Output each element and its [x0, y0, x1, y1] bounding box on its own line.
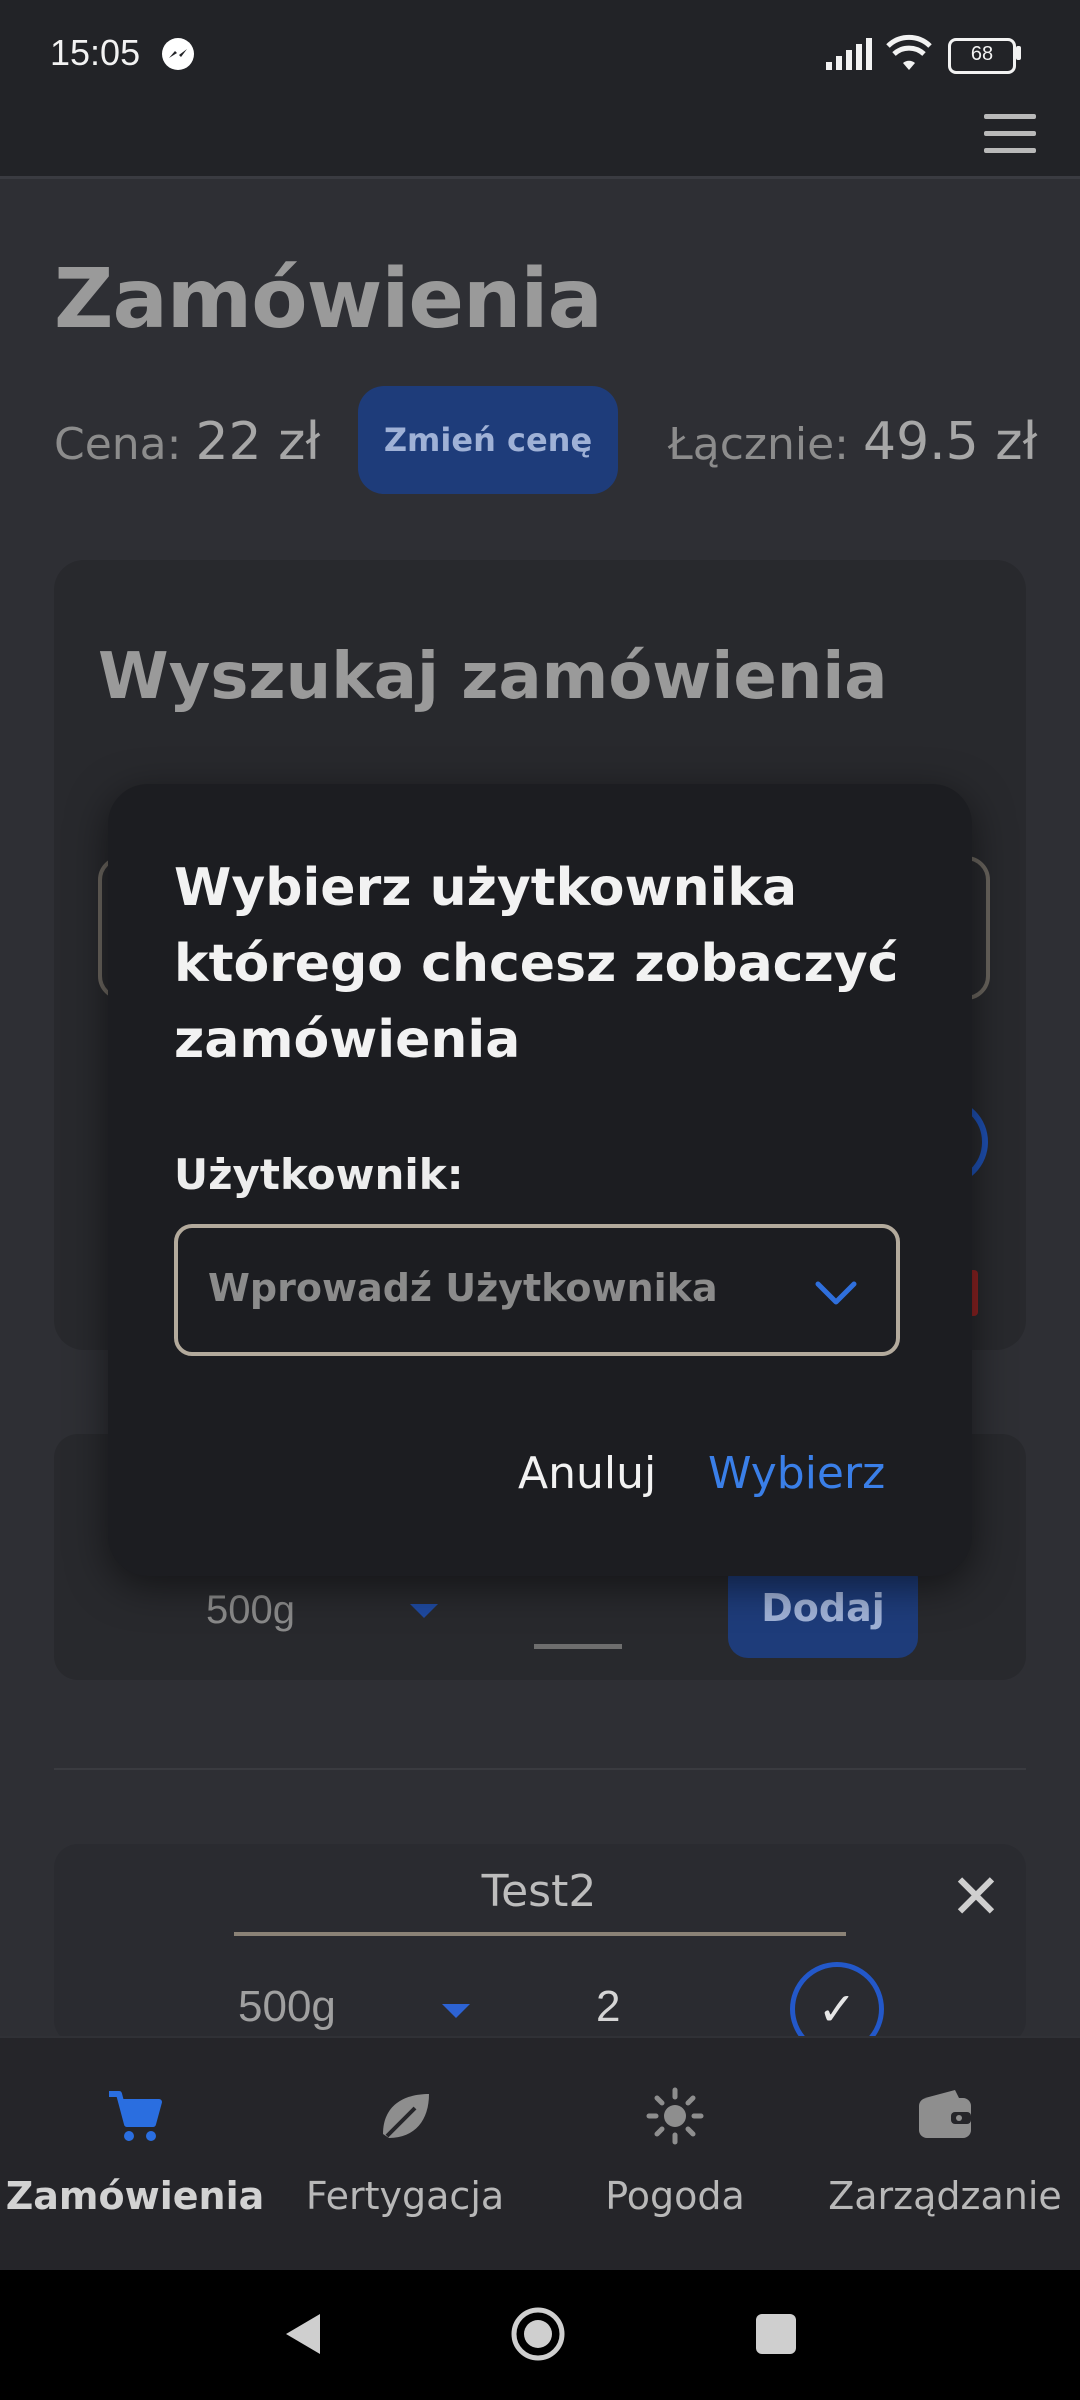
nav-item-zarzadzanie[interactable]: Zarządzanie — [810, 2036, 1080, 2270]
nav-item-pogoda[interactable]: Pogoda — [540, 2036, 810, 2270]
price-label: Cena: 22 zł — [54, 412, 320, 472]
nav-label: Pogoda — [605, 2174, 745, 2218]
confirm-button[interactable]: Wybierz — [708, 1448, 885, 1499]
nav-label: Fertygacja — [305, 2174, 505, 2218]
nav-item-zamowienia[interactable]: Zamówienia — [0, 2036, 270, 2270]
order-name-underline — [234, 1932, 846, 1936]
total-value: 49.5 zł — [862, 412, 1038, 472]
dropdown-caret-icon[interactable] — [442, 2004, 470, 2018]
total-label: Łącznie: 49.5 zł — [668, 412, 1037, 472]
dropdown-caret-icon[interactable] — [410, 1604, 438, 1618]
page-title: Zamówienia — [54, 252, 603, 347]
user-select-placeholder: Wprowadź Użytkownika — [208, 1266, 718, 1310]
back-icon[interactable] — [282, 2310, 324, 2358]
cancel-button[interactable]: Anuluj — [518, 1448, 656, 1499]
chevron-down-icon[interactable] — [812, 1268, 860, 1316]
nav-item-fertygacja[interactable]: Fertygacja — [270, 2036, 540, 2270]
signal-icon — [826, 38, 872, 70]
section-divider — [54, 1768, 1026, 1770]
app-bar — [0, 110, 1080, 179]
battery-tip — [1016, 46, 1021, 60]
order-name-input[interactable]: Test2 — [234, 1866, 844, 1917]
close-icon[interactable]: ✕ — [950, 1866, 1002, 1928]
battery-icon: 68 — [948, 38, 1016, 74]
user-field-label: Użytkownik: — [174, 1150, 464, 1199]
change-price-button[interactable]: Zmień cenę — [358, 386, 618, 494]
order-quantity[interactable]: 2 — [596, 1982, 620, 2032]
nav-label: Zarządzanie — [828, 2174, 1062, 2218]
price-caption: Cena: — [54, 419, 182, 470]
new-order-quantity-input[interactable] — [534, 1644, 622, 1649]
price-value: 22 zł — [195, 412, 321, 472]
user-select[interactable]: Wprowadź Użytkownika — [174, 1224, 900, 1356]
nav-label: Zamówienia — [5, 2174, 265, 2218]
recents-icon[interactable] — [756, 2314, 796, 2354]
home-icon[interactable] — [510, 2306, 566, 2362]
wallet-icon — [919, 2090, 971, 2138]
leaf-icon — [383, 2094, 429, 2138]
messenger-icon — [162, 38, 194, 70]
wifi-icon — [886, 34, 932, 70]
menu-icon[interactable] — [984, 114, 1036, 154]
dialog-title: Wybierz użytkownika którego chcesz zobac… — [174, 858, 899, 1070]
search-card-title: Wyszukaj zamówienia — [98, 640, 888, 714]
total-caption: Łącznie: — [668, 419, 849, 470]
new-order-weight-select[interactable]: 500g — [206, 1588, 295, 1633]
order-weight-select[interactable]: 500g — [238, 1982, 336, 2032]
battery-level: 68 — [970, 43, 994, 65]
status-time: 15:05 — [50, 32, 141, 73]
sun-icon — [646, 2087, 704, 2145]
cart-icon — [109, 2091, 162, 2141]
